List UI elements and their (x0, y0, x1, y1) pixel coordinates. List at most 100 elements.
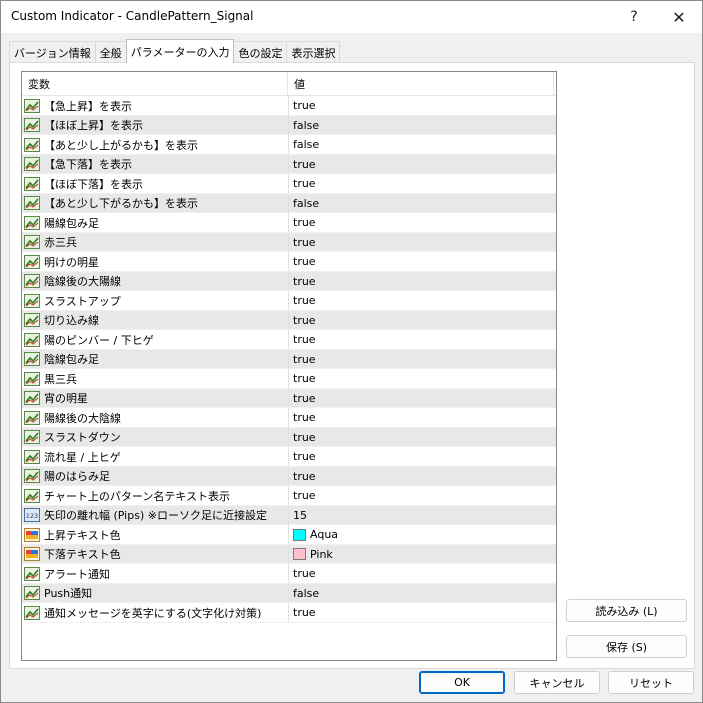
variable-name: 陰線包み足 (44, 353, 99, 367)
value-cell[interactable]: true (288, 174, 554, 194)
bool-icon (24, 371, 40, 386)
bool-icon (24, 215, 40, 230)
value-cell[interactable]: true (288, 564, 554, 584)
color-swatch[interactable] (293, 528, 306, 541)
value-text: false (293, 118, 320, 132)
table-row[interactable]: Push通知 false (22, 583, 556, 603)
value-cell[interactable]: true (288, 427, 554, 447)
value-cell[interactable]: true (288, 96, 554, 116)
value-cell[interactable]: 15 (288, 505, 554, 525)
table-row[interactable]: 宵の明星 true (22, 388, 556, 408)
dialog-window: Custom Indicator - CandlePattern_Signal … (0, 0, 703, 703)
value-cell[interactable]: true (288, 291, 554, 311)
value-cell[interactable]: true (288, 213, 554, 233)
value-cell[interactable]: true (288, 349, 554, 369)
bool-icon (24, 196, 40, 211)
value-cell[interactable]: true (288, 369, 554, 389)
table-row[interactable]: 流れ星 / 上ヒゲ true (22, 447, 556, 467)
variable-cell: 【あと少し上がるかも】を表示 (24, 135, 288, 155)
table-row[interactable]: 陽のはらみ足 true (22, 466, 556, 486)
variable-name: 陰線後の大陽線 (44, 275, 121, 289)
bool-icon (24, 391, 40, 406)
table-row[interactable]: 黒三兵 true (22, 369, 556, 389)
grid-rows: 【急上昇】を表示 true 【ほぼ上昇】を表示 false 【あと少し上がるかも】を表示… (22, 96, 556, 623)
bool-icon (24, 293, 40, 308)
value-cell[interactable]: false (288, 135, 554, 155)
value-cell[interactable]: true (288, 408, 554, 428)
table-row[interactable]: 赤三兵 true (22, 232, 556, 252)
value-cell[interactable]: true (288, 271, 554, 291)
tab-colors[interactable]: 色の設定 (233, 41, 288, 63)
tab-version-info[interactable]: バージョン情報 (9, 41, 96, 63)
value-text: true (293, 411, 316, 425)
header-value[interactable]: 値 (288, 72, 554, 96)
variable-cell: 陰線後の大陽線 (24, 272, 288, 292)
save-button[interactable]: 保存 (S) (566, 635, 687, 658)
value-text: true (293, 294, 316, 308)
value-text: true (293, 391, 316, 405)
value-cell[interactable]: true (288, 232, 554, 252)
variable-cell: 【急上昇】を表示 (24, 96, 288, 116)
table-row[interactable]: 陰線後の大陽線 true (22, 271, 556, 292)
table-row[interactable]: 通知メッセージを英字にする(文字化け対策) true (22, 603, 556, 623)
table-row[interactable]: 【あと少し上がるかも】を表示 false (22, 135, 556, 155)
value-cell[interactable]: true (288, 154, 554, 174)
value-text: true (293, 274, 316, 288)
value-text: true (293, 469, 316, 483)
table-row[interactable]: スラストダウン true (22, 427, 556, 447)
value-cell[interactable]: true (288, 310, 554, 330)
variable-cell: 【ほぼ下落】を表示 (24, 174, 288, 194)
value-cell[interactable]: false (288, 193, 554, 213)
table-row[interactable]: 陰線包み足 true (22, 349, 556, 369)
close-button[interactable]: ✕ (656, 1, 702, 33)
table-row[interactable]: 下落テキスト色 Pink (22, 544, 556, 564)
value-cell[interactable]: false (288, 115, 554, 135)
table-row[interactable]: 【ほぼ下落】を表示 true (22, 174, 556, 194)
table-row[interactable]: 123 矢印の離れ幅 (Pips) ※ローソク足に近接設定 15 (22, 505, 556, 525)
tab-general[interactable]: 全般 (94, 41, 127, 63)
value-cell[interactable]: true (288, 486, 554, 506)
table-row[interactable]: スラストアップ true (22, 291, 556, 311)
table-row[interactable]: 上昇テキスト色 Aqua (22, 525, 556, 545)
value-text: true (293, 177, 316, 191)
table-row[interactable]: アラート通知 true (22, 564, 556, 584)
tab-visualization[interactable]: 表示選択 (286, 41, 341, 63)
value-text: 15 (293, 508, 307, 522)
value-cell[interactable]: true (288, 330, 554, 350)
tab-parameters[interactable]: パラメーターの入力 (125, 39, 235, 63)
table-row[interactable]: 【ほぼ上昇】を表示 false (22, 115, 556, 135)
header-variable[interactable]: 変数 (22, 72, 288, 96)
table-row[interactable]: 切り込み線 true (22, 310, 556, 330)
ok-button[interactable]: OK (419, 671, 505, 694)
value-cell[interactable]: true (288, 388, 554, 408)
variable-cell: 陽線後の大陰線 (24, 408, 288, 428)
value-cell[interactable]: true (288, 447, 554, 467)
variable-name: 明けの明星 (44, 255, 99, 269)
table-row[interactable]: 陽のピンバー / 下ヒゲ true (22, 330, 556, 350)
value-text: true (293, 216, 316, 230)
help-button[interactable]: ? (611, 1, 657, 33)
table-row[interactable]: チャート上のパターン名テキスト表示 true (22, 486, 556, 506)
table-row[interactable]: 【急下落】を表示 true (22, 154, 556, 174)
color-swatch[interactable] (293, 548, 306, 561)
bool-icon (24, 430, 40, 445)
value-cell[interactable]: false (288, 583, 554, 603)
cancel-button[interactable]: キャンセル (514, 671, 600, 694)
value-cell[interactable]: true (288, 252, 554, 272)
table-row[interactable]: 陽線後の大陰線 true (22, 408, 556, 428)
table-row[interactable]: 陽線包み足 true (22, 213, 556, 233)
svg-text:123: 123 (26, 512, 38, 520)
table-row[interactable]: 明けの明星 true (22, 252, 556, 272)
reset-button[interactable]: リセット (608, 671, 694, 694)
variable-name: 通知メッセージを英字にする(文字化け対策) (44, 606, 262, 620)
value-cell[interactable]: true (288, 603, 554, 623)
value-cell[interactable]: true (288, 466, 554, 486)
load-button[interactable]: 読み込み (L) (566, 599, 687, 622)
value-cell[interactable]: Aqua (288, 525, 554, 545)
variable-cell: チャート上のパターン名テキスト表示 (24, 486, 288, 506)
table-row[interactable]: 【急上昇】を表示 true (22, 96, 556, 116)
value-cell[interactable]: Pink (288, 544, 554, 564)
variable-name: 【急上昇】を表示 (44, 99, 132, 113)
value-text: true (293, 99, 316, 113)
table-row[interactable]: 【あと少し下がるかも】を表示 false (22, 193, 556, 213)
